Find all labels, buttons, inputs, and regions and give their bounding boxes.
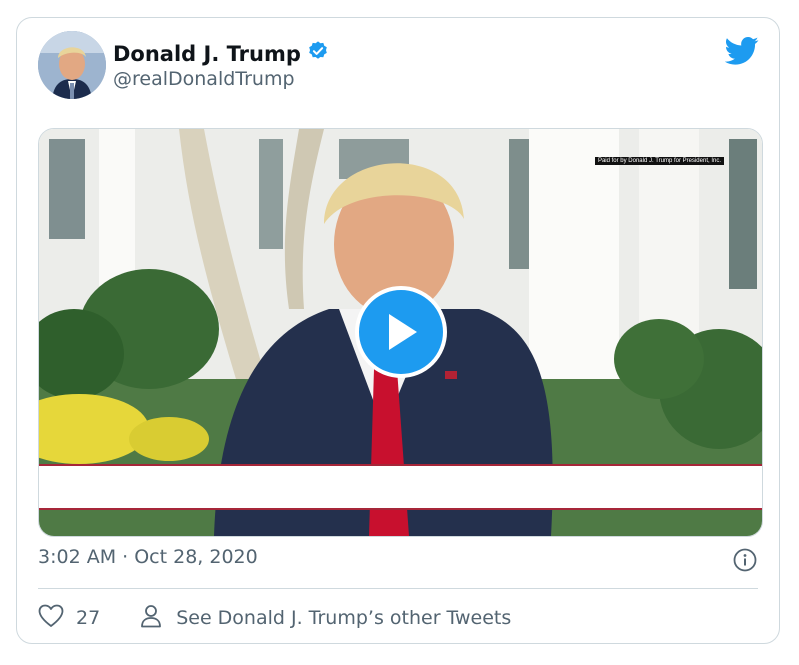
tweet-timestamp[interactable]: 3:02 AM · Oct 28, 2020 — [38, 546, 258, 568]
divider — [38, 588, 758, 589]
tweet-card: Donald J. Trump @realDonaldTrump Paid fo… — [16, 17, 780, 644]
other-tweets-link[interactable]: See Donald J. Trump’s other Tweets — [140, 604, 511, 633]
info-icon[interactable] — [733, 548, 757, 572]
tweet-actions: 27 See Donald J. Trump’s other Tweets — [38, 600, 511, 636]
paid-for-overlay: Paid for by Donald J. Trump for Presiden… — [594, 157, 724, 165]
play-button[interactable] — [355, 286, 447, 378]
like-button[interactable]: 27 — [38, 604, 100, 633]
like-count: 27 — [76, 607, 101, 629]
other-tweets-label: See Donald J. Trump’s other Tweets — [176, 607, 512, 629]
author-name[interactable]: Donald J. Trump — [113, 42, 301, 66]
author-name-row[interactable]: Donald J. Trump — [113, 40, 329, 67]
heart-icon — [38, 604, 64, 633]
lower-third-bar — [39, 464, 762, 510]
twitter-bird-icon[interactable] — [724, 36, 759, 66]
play-icon — [383, 312, 419, 352]
verified-badge-icon — [307, 40, 329, 67]
author-avatar[interactable] — [38, 31, 106, 99]
video-player[interactable]: Paid for by Donald J. Trump for Presiden… — [38, 128, 763, 537]
person-icon — [140, 604, 162, 633]
author-handle[interactable]: @realDonaldTrump — [113, 68, 295, 90]
